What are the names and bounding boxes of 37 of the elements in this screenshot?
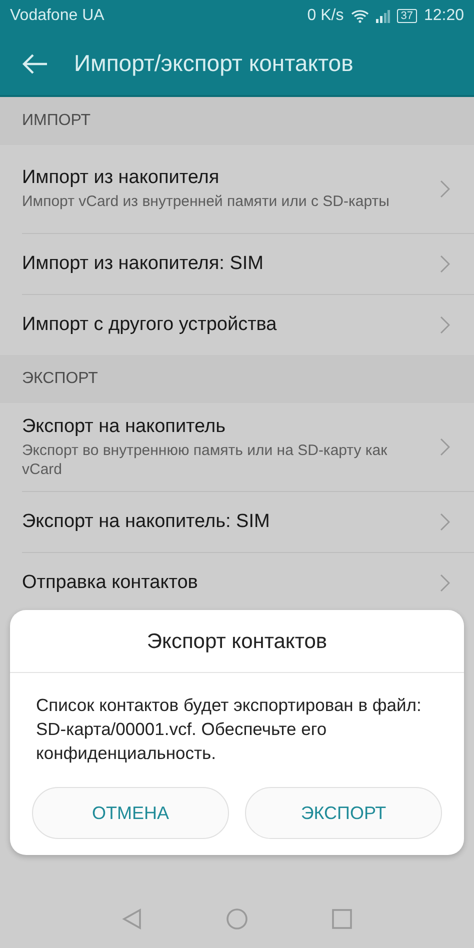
list-item[interactable]: Экспорт на накопитель Экспорт во внутреннюю память или на SD-карту как vCard [22, 403, 474, 492]
list-item[interactable]: Импорт из накопителя: SIM [22, 234, 474, 295]
list-item[interactable]: Импорт из накопителя Импорт vCard из внутренней памяти или с SD-карты [22, 145, 474, 234]
item-title: Импорт с другого устройства [22, 314, 278, 336]
dialog-title: Экспорт контактов [10, 610, 464, 673]
item-title: Импорт из накопителя [22, 167, 220, 189]
chevron-icon [440, 316, 450, 334]
clock: 12:20 [424, 7, 464, 25]
section-header: ИМПОРТ [0, 97, 474, 145]
cancel-button[interactable]: ОТМЕНА [32, 787, 229, 839]
chevron-icon [440, 180, 450, 198]
chevron-icon [440, 574, 450, 592]
dialog-message: Список контактов будет экспортирован в файл: SD-карта/00001.vcf. Обеспечьте его конфиденциальность. [35, 694, 422, 765]
signal-icon [376, 10, 390, 22]
list-item[interactable]: Экспорт на накопитель: SIM [22, 492, 474, 553]
item-title: Экспорт на накопитель [22, 416, 226, 438]
chevron-icon [440, 438, 450, 456]
item-title: Отправка контактов [22, 572, 199, 594]
export-button[interactable]: ЭКСПОРТ [245, 787, 442, 839]
network-speed: 0 K/s [307, 7, 344, 25]
item-title: Экспорт на накопитель: SIM [22, 511, 271, 533]
back-triangle-icon[interactable] [122, 908, 142, 930]
chevron-icon [440, 513, 450, 531]
list-item[interactable]: Импорт с другого устройства [22, 295, 474, 355]
carrier-name: Vodafone UA [10, 7, 104, 25]
section-header: ЭКСПОРТ [0, 355, 474, 403]
wifi-icon [350, 9, 369, 23]
item-subtitle: Импорт vCard из внутренней памяти или с SD-карты [22, 192, 390, 211]
chevron-icon [440, 255, 450, 273]
list-item[interactable]: Отправка контактов [22, 553, 474, 613]
home-circle-icon[interactable] [226, 908, 248, 930]
screen-title: Импорт/экспорт контактов [74, 50, 354, 77]
battery-level: 37 [396, 9, 417, 23]
item-subtitle: Экспорт во внутреннюю память или на SD-карту как vCard [22, 440, 388, 478]
item-title: Импорт из накопителя: SIM [22, 253, 264, 275]
back-arrow-icon[interactable] [22, 52, 48, 74]
recents-square-icon[interactable] [332, 909, 352, 929]
